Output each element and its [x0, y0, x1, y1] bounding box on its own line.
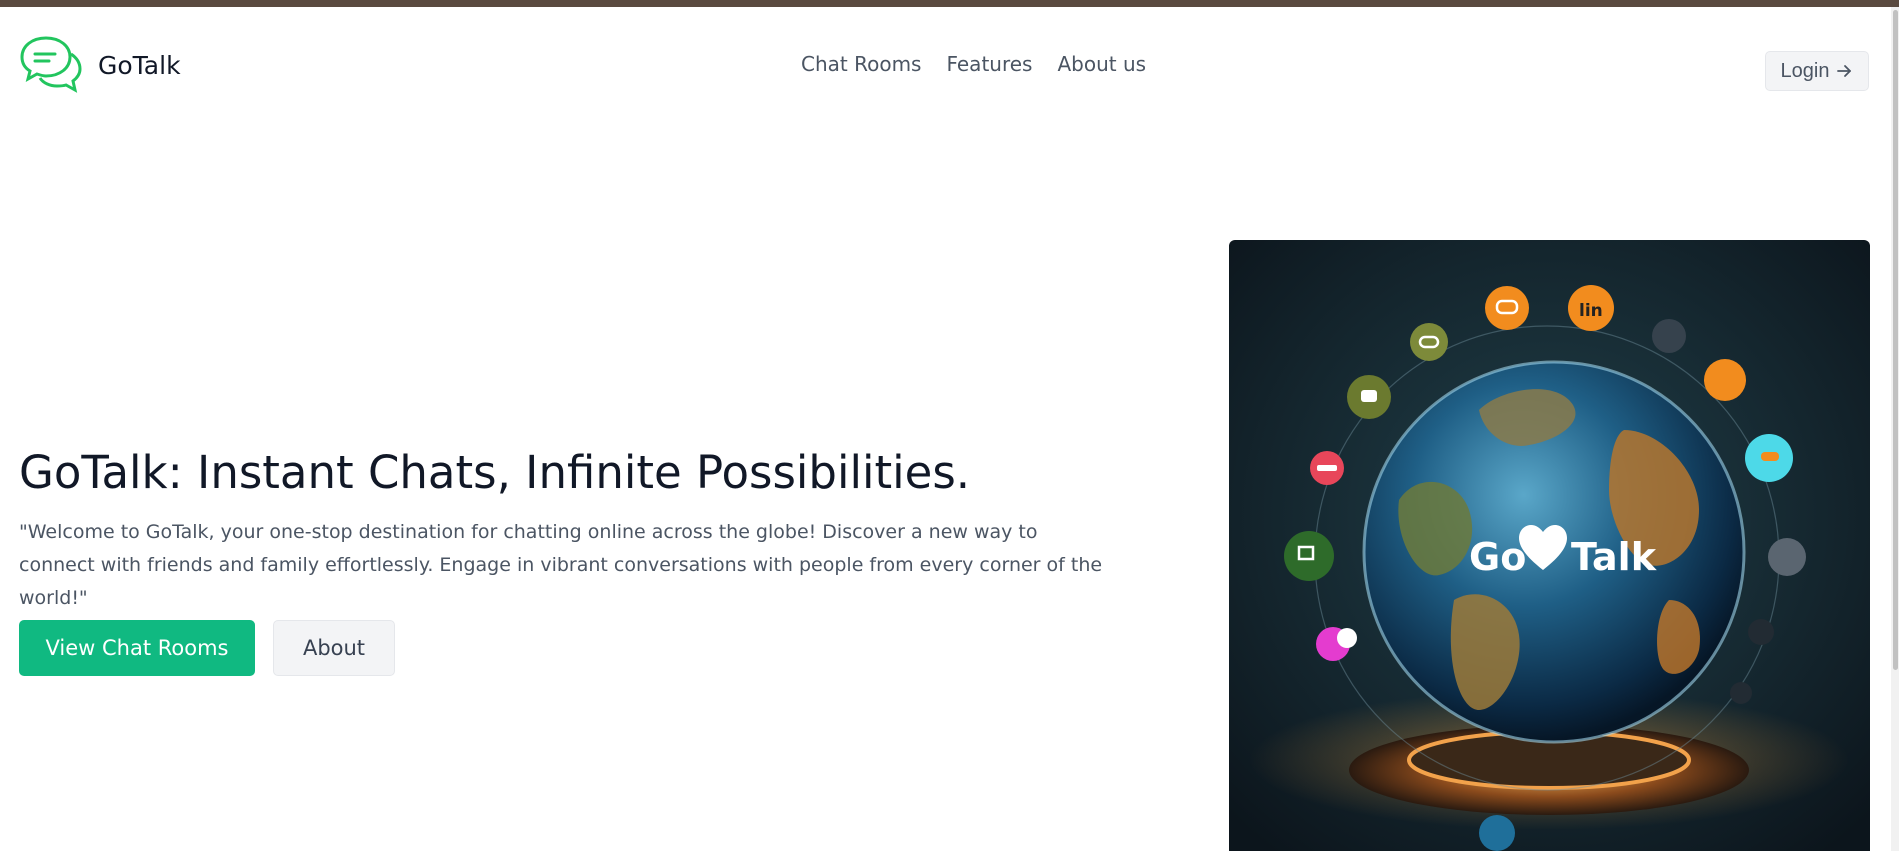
about-button[interactable]: About: [273, 620, 395, 676]
nav-chat-rooms[interactable]: Chat Rooms: [801, 52, 921, 76]
main-menu: Chat Rooms Features About us: [801, 52, 1146, 76]
scrollbar-thumb[interactable]: [1893, 10, 1898, 670]
login-label: Login: [1780, 59, 1830, 82]
hero-globe-image: Go Talk lin: [1229, 240, 1870, 851]
globe-illustration: Go Talk lin: [1229, 240, 1870, 851]
hero-title: GoTalk: Instant Chats, Infinite Possibil…: [19, 446, 971, 499]
chat-bubbles-icon: [20, 36, 82, 93]
view-chat-rooms-button[interactable]: View Chat Rooms: [19, 620, 255, 676]
navbar: GoTalk Chat Rooms Features About us Logi…: [0, 7, 1899, 119]
image-overlay-talk: Talk: [1571, 535, 1657, 579]
login-button[interactable]: Login: [1765, 51, 1869, 91]
hero-description: "Welcome to GoTalk, your one-stop destin…: [19, 521, 1103, 609]
svg-text:lin: lin: [1579, 301, 1603, 321]
top-accent-strip: [0, 0, 1899, 7]
arrow-right-icon: [1837, 65, 1852, 77]
brand-name: GoTalk: [98, 50, 181, 80]
nav-about-us[interactable]: About us: [1057, 52, 1146, 76]
nav-features[interactable]: Features: [946, 52, 1032, 76]
image-overlay-go: Go: [1469, 535, 1526, 579]
brand-link[interactable]: GoTalk: [19, 34, 181, 96]
